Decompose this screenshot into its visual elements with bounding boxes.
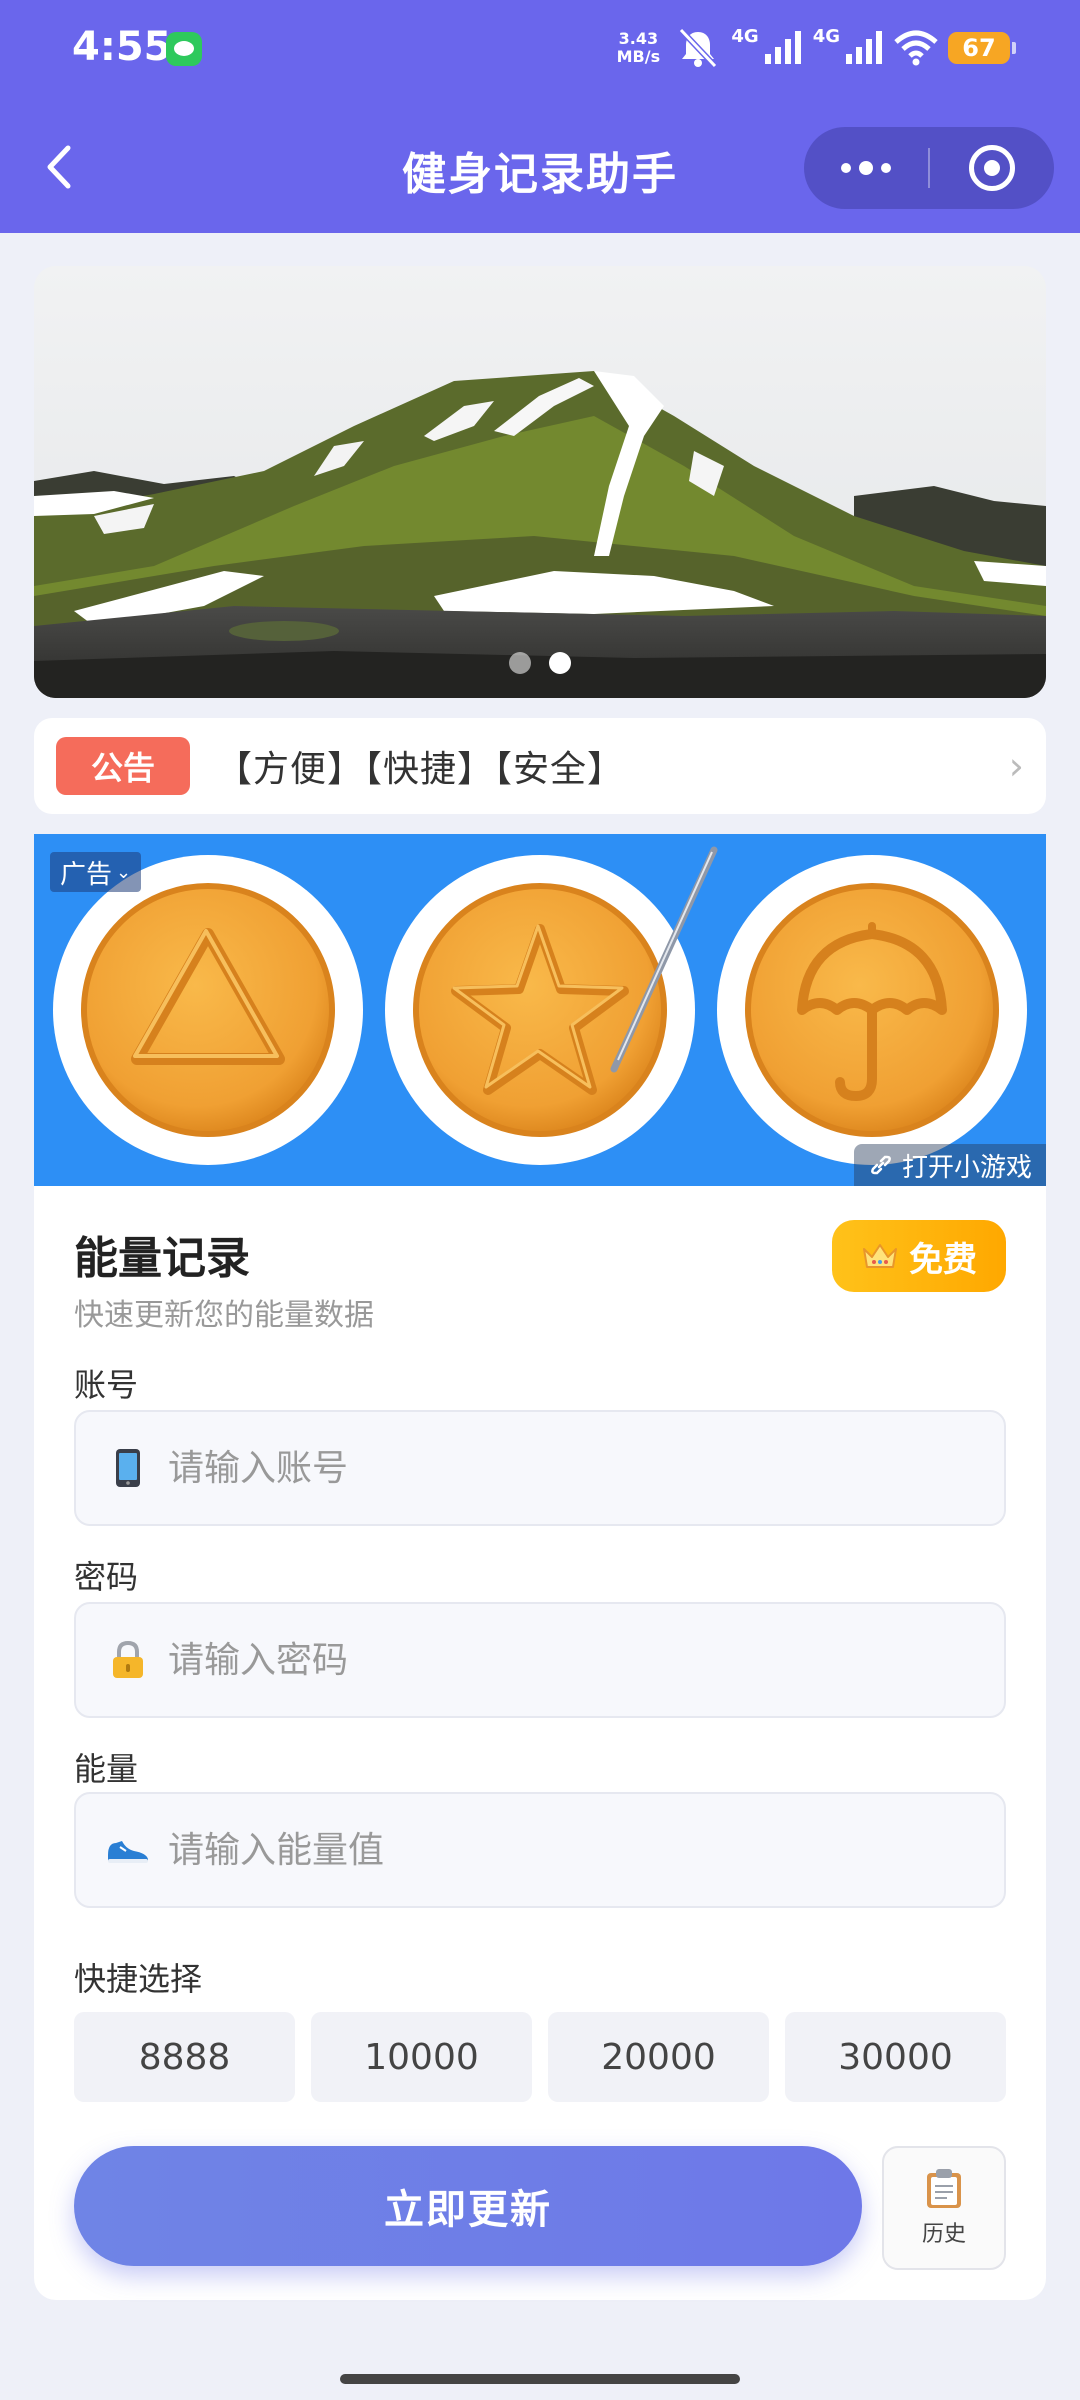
signal-icon [764,31,801,64]
link-icon [871,1155,891,1175]
account-label: 账号 [74,1366,139,1404]
net-speed-unit: MB/s [616,47,661,66]
form-title: 能量记录 [74,1233,250,1284]
status-time: 4:55 [72,24,172,70]
net-speed-value: 3.43 [618,29,659,48]
wifi-icon [894,30,938,66]
battery-indicator: 67 [948,32,1016,64]
quick-select-options: 8888 10000 20000 30000 [74,2012,1006,2102]
nav-bar: 健身记录助手 [0,100,1080,233]
carousel-dot-2-active[interactable] [549,652,571,674]
phone-icon [106,1446,150,1490]
password-input[interactable] [168,1604,1004,1716]
account-input[interactable] [168,1412,1004,1524]
ad-tag[interactable]: 广告 ⌄ [50,852,142,892]
network-type-1: 4G [731,26,759,47]
mute-bell-icon [679,27,718,69]
quick-select-label: 快捷选择 [74,1960,203,1998]
energy-field[interactable] [74,1792,1006,1908]
quick-option-button[interactable]: 10000 [311,2012,532,2102]
password-label: 密码 [74,1558,139,1596]
notice-badge: 公告 [56,737,190,795]
ad-tag-label: 广告 [60,859,113,890]
carousel-dot-1[interactable] [509,652,531,674]
history-button[interactable]: 历史 [882,2146,1006,2270]
open-mini-game-button[interactable]: 打开小游戏 [853,1144,1046,1186]
close-mini-program-button[interactable] [930,127,1054,209]
carousel-indicator [34,652,1046,674]
notice-bar[interactable]: 公告 【方便】【快捷】【安全】 › [34,718,1046,814]
update-now-button[interactable]: 立即更新 [74,2146,862,2266]
account-field[interactable] [74,1410,1006,1526]
crown-icon [863,1244,897,1268]
more-dots-icon [841,163,851,173]
open-mini-game-label: 打开小游戏 [901,1152,1032,1183]
history-label: 历史 [921,2222,966,2247]
lock-icon [106,1638,150,1682]
ad-game-image [53,846,1027,1165]
image-carousel[interactable] [34,266,1046,698]
more-dots-icon-center [859,161,873,175]
home-indicator[interactable] [340,2374,740,2384]
quick-option-button[interactable]: 20000 [548,2012,769,2102]
energy-input[interactable] [168,1794,1004,1906]
free-badge-label: 免费 [909,1239,977,1280]
password-field[interactable] [74,1602,1006,1718]
mountain-landscape-image [34,266,1046,698]
energy-form-card: 能量记录 快速更新您的能量数据 免费 账号 密码 [34,1186,1046,2300]
quick-option-button[interactable]: 8888 [74,2012,295,2102]
ad-banner[interactable]: 广告 ⌄ 打开小游戏 [34,834,1046,1186]
chevron-right-icon: › [1008,744,1024,788]
shoe-icon [106,1828,150,1872]
quick-option-button[interactable]: 30000 [785,2012,1006,2102]
network-type-2: 4G [812,26,840,47]
free-badge: 免费 [832,1220,1006,1292]
form-subtitle: 快速更新您的能量数据 [74,1298,374,1333]
notice-text: 【方便】【快捷】【安全】 [216,749,625,790]
app-header: 4:55 3.43 MB/s 4G 4G 67 健身记录助手 [0,0,1080,233]
signal-icon-2 [846,31,882,64]
target-circle-icon [969,145,1015,191]
mini-program-capsule [804,127,1054,209]
status-bar: 4:55 3.43 MB/s 4G 4G 67 [0,0,1080,100]
clipboard-icon [927,2169,961,2208]
energy-label: 能量 [74,1750,139,1788]
more-menu-button[interactable] [804,127,928,209]
message-notification-icon [166,32,202,66]
chevron-down-icon: ⌄ [116,861,132,883]
net-speed: 3.43 MB/s [611,30,665,66]
more-dots-icon-right [881,163,891,173]
status-indicators: 3.43 MB/s 4G 4G 67 [611,26,1016,70]
